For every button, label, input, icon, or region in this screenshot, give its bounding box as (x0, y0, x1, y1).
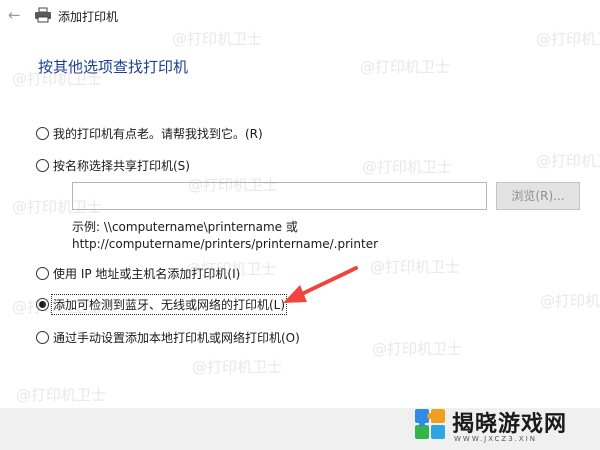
back-arrow-icon[interactable]: ← (8, 7, 24, 23)
watermark-text: @打印机卫士 (536, 30, 600, 48)
watermark-text: @打印机卫士 (172, 30, 263, 48)
option-manual-local-network[interactable]: 通过手动设置添加本地打印机或网络打印机(O) (36, 329, 300, 345)
watermark-text: @打印机卫士 (12, 198, 103, 216)
watermark-text: @打印机卫士 (370, 258, 461, 276)
example-line-1: 示例: \\computername\printername 或 (72, 220, 298, 234)
watermark-text: @打印机卫士 (536, 152, 600, 170)
watermark-text: @打印机卫士 (186, 260, 277, 278)
radio-shared-by-name[interactable] (36, 158, 49, 172)
browse-button[interactable]: 浏览(R)... (496, 182, 580, 210)
site-logo-url: WWW.JXCZ3.XIN (454, 435, 537, 443)
option-shared-by-name[interactable]: 按名称选择共享打印机(S) (36, 157, 190, 173)
watermark-text: @打印机卫士 (188, 176, 279, 194)
site-logo-text: 揭晓游戏网 (452, 412, 568, 437)
watermark-text: @打印机卫士 (540, 292, 600, 310)
watermark-text: @打印机卫士 (360, 58, 451, 76)
printer-icon (35, 7, 51, 23)
option-manual-local-network-label: 通过手动设置添加本地打印机或网络打印机(O) (53, 330, 300, 345)
watermark-text: @打印机卫士 (192, 358, 283, 376)
watermark-text: @打印机卫士 (372, 340, 463, 358)
shared-printer-name-input[interactable] (72, 182, 487, 210)
option-old-printer[interactable]: 我的打印机有点老。请帮我找到它。(R) (36, 125, 263, 141)
watermark-text: @打印机卫士 (16, 386, 107, 404)
radio-manual-local-network[interactable] (36, 330, 49, 344)
watermark-text: @打印机卫士 (12, 298, 103, 316)
radio-old-printer[interactable] (36, 126, 49, 140)
example-line-2: http://computername/printers/printername… (72, 237, 379, 251)
site-logo: 揭晓游戏网 WWW.JXCZ3.XIN (408, 404, 594, 448)
example-text: 示例: \\computername\printername 或 http://… (72, 219, 378, 253)
puzzle-logo-icon (415, 409, 445, 439)
watermark-text: @打印机卫士 (362, 158, 453, 176)
window-title: 添加打印机 (58, 10, 119, 24)
watermark-text: @打印机卫士 (12, 70, 103, 88)
option-shared-by-name-label: 按名称选择共享打印机(S) (53, 158, 190, 173)
radio-ip-hostname[interactable] (36, 266, 49, 280)
option-old-printer-label: 我的打印机有点老。请帮我找到它。(R) (53, 126, 263, 141)
title-bar: ← 添加打印机 (0, 0, 600, 34)
